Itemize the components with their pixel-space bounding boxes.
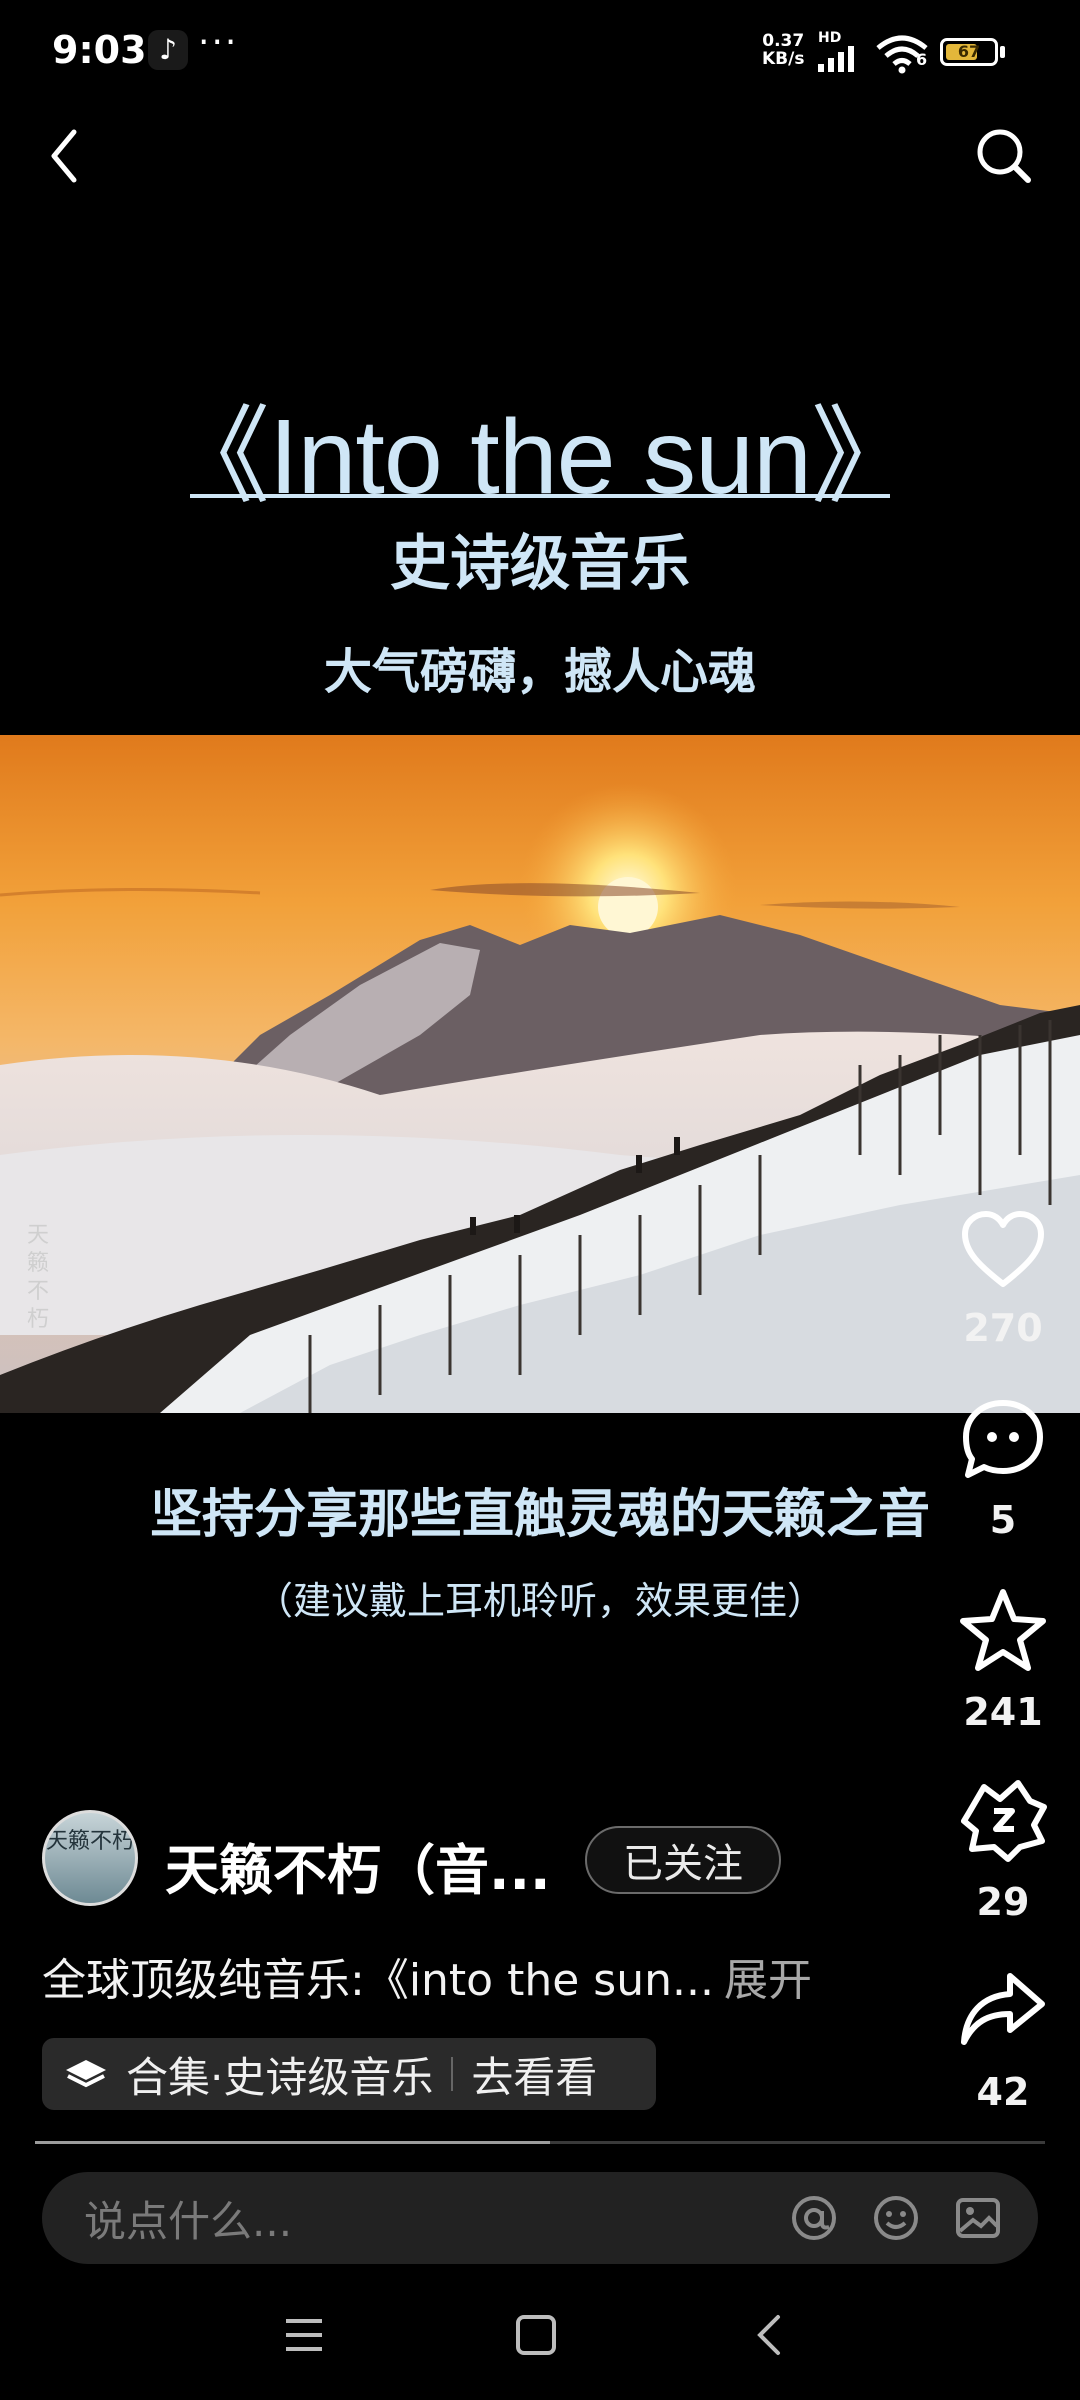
video-progress-bar[interactable] <box>35 2141 1045 2144</box>
sunrise-mountain-image <box>0 735 1080 1413</box>
image-icon <box>956 2198 1000 2238</box>
video-subtitle: 史诗级音乐 <box>390 529 690 599</box>
signal-icon <box>818 46 854 72</box>
reward-count: 29 <box>976 1880 1030 1924</box>
description-text: 全球顶级纯音乐:《into the sun... <box>42 1955 714 2006</box>
layers-icon <box>66 2060 106 2088</box>
tiktok-icon: ♪ <box>148 30 188 70</box>
back-button[interactable] <box>24 116 104 196</box>
favorite-button[interactable] <box>955 1582 1051 1678</box>
net-type: HD <box>818 30 842 46</box>
favorite-count: 241 <box>963 1690 1043 1734</box>
menu-icon <box>286 2319 322 2351</box>
share-button[interactable] <box>955 1962 1051 2058</box>
comment-icon <box>963 1400 1043 1478</box>
channel-watermark: 天籁不朽 <box>26 1223 49 1332</box>
author-name[interactable]: 天籁不朽（音... <box>165 1826 551 1905</box>
reward-button[interactable] <box>955 1772 1051 1868</box>
collection-action[interactable]: 去看看 <box>471 2044 597 2105</box>
wifi-badge: 6 <box>916 50 928 69</box>
image-button[interactable] <box>948 2188 1008 2248</box>
share-count: 42 <box>976 2070 1030 2114</box>
avatar[interactable]: 天籁不朽 <box>42 1810 138 1906</box>
video-caption-main: 坚持分享那些直触灵魂的天籁之音 <box>149 1485 930 1545</box>
collection-chip[interactable]: 合集·史诗级音乐 去看看 <box>42 2038 656 2110</box>
reward-icon <box>961 1780 1047 1862</box>
search-icon <box>977 129 1031 183</box>
battery-tip <box>1000 46 1005 58</box>
video-description[interactable]: 全球顶级纯音乐:《into the sun... 展开 <box>42 1944 812 2008</box>
comment-input[interactable]: 说点什么... <box>84 2188 784 2249</box>
system-home-button[interactable] <box>496 2295 576 2375</box>
like-count: 270 <box>963 1306 1043 1350</box>
back-arrow-icon <box>51 129 77 183</box>
at-icon <box>792 2196 836 2240</box>
status-more-dots: ··· <box>198 22 239 63</box>
battery-icon: 67 <box>940 38 998 66</box>
net-speed: 0.37 KB/s <box>762 32 804 68</box>
video-caption-sub: （建议戴上耳机聆听，效果更佳） <box>254 1579 825 1623</box>
comment-count: 5 <box>989 1498 1017 1542</box>
net-speed-value: 0.37 <box>762 31 805 51</box>
search-button[interactable] <box>964 116 1044 196</box>
system-back-button[interactable] <box>730 2295 810 2375</box>
comment-button[interactable] <box>955 1392 1051 1488</box>
emoji-icon <box>874 2196 918 2240</box>
like-button[interactable] <box>955 1202 1051 1298</box>
system-menu-button[interactable] <box>264 2295 344 2375</box>
home-square-icon <box>516 2315 556 2355</box>
star-icon <box>960 1589 1046 1671</box>
video-frame[interactable] <box>0 735 1080 1413</box>
net-speed-unit: KB/s <box>762 49 805 69</box>
mention-button[interactable] <box>784 2188 844 2248</box>
emoji-button[interactable] <box>866 2188 926 2248</box>
collection-divider <box>451 2057 454 2091</box>
expand-link[interactable]: 展开 <box>724 1955 812 2006</box>
status-time: 9:03 <box>52 28 147 72</box>
heart-icon <box>962 1211 1044 1287</box>
collection-label: 合集·史诗级音乐 <box>126 2052 434 2102</box>
title-underline <box>190 494 890 498</box>
video-tagline: 大气磅礴，撼人心魂 <box>323 644 756 700</box>
battery-level: 67 <box>957 42 981 61</box>
video-progress-fill <box>35 2141 551 2144</box>
follow-button[interactable]: 已关注 <box>585 1826 781 1894</box>
chevron-left-icon <box>757 2315 780 2355</box>
video-title: 《Into the sun》 <box>164 398 917 516</box>
share-arrow-icon <box>961 1973 1045 2045</box>
comment-input-bar[interactable]: 说点什么... <box>42 2172 1038 2264</box>
